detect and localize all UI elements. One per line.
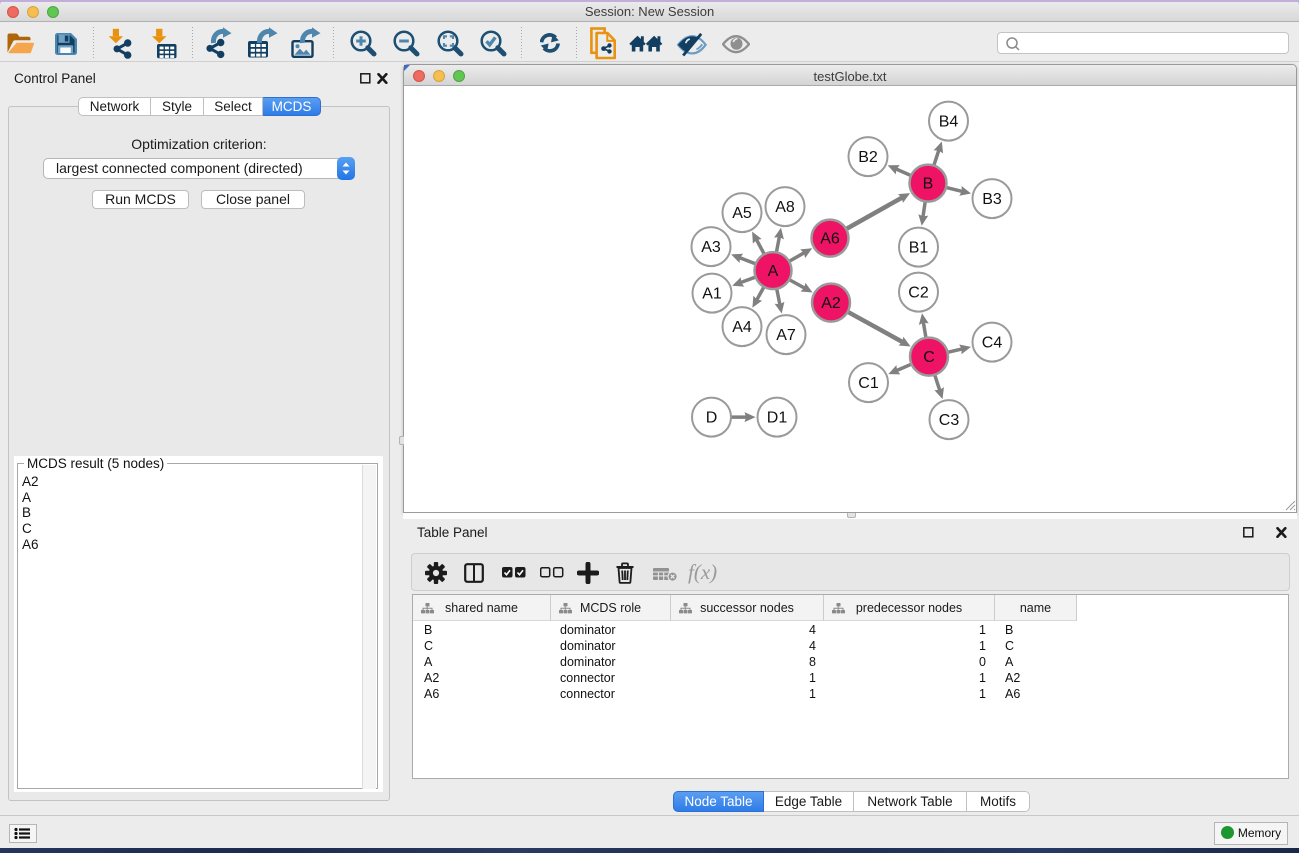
svg-text:C: C [923, 349, 935, 366]
svg-text:A: A [768, 263, 779, 280]
svg-text:A1: A1 [702, 286, 722, 303]
svg-text:B3: B3 [982, 191, 1002, 208]
svg-text:B: B [923, 176, 934, 193]
svg-text:A2: A2 [821, 295, 841, 312]
svg-text:A7: A7 [776, 327, 796, 344]
svg-text:D1: D1 [767, 410, 788, 427]
svg-text:A4: A4 [732, 319, 752, 336]
svg-text:A8: A8 [775, 199, 795, 216]
svg-text:A6: A6 [820, 231, 840, 248]
svg-text:D: D [706, 410, 718, 427]
svg-text:C4: C4 [982, 335, 1003, 352]
svg-text:B1: B1 [909, 240, 929, 257]
svg-text:C1: C1 [858, 375, 879, 392]
svg-text:A3: A3 [701, 239, 721, 256]
svg-text:A5: A5 [732, 205, 752, 222]
svg-text:C2: C2 [908, 285, 929, 302]
svg-text:B4: B4 [939, 114, 959, 131]
svg-text:C3: C3 [939, 412, 960, 429]
svg-text:B2: B2 [858, 149, 878, 166]
